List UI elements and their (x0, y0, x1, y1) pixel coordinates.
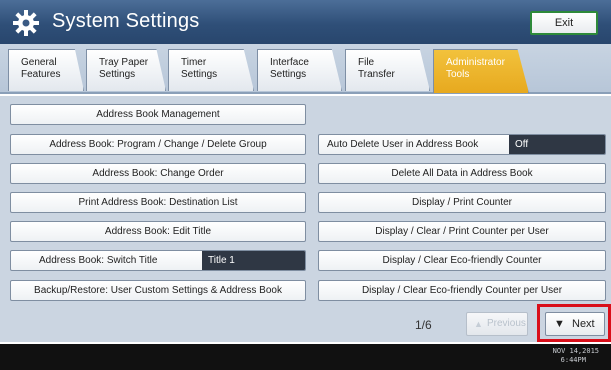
eco-friendly-counter-per-user-button[interactable]: Display / Clear Eco-friendly Counter per… (318, 280, 606, 301)
button-label: Print Address Book: Destination List (78, 197, 238, 208)
exit-button[interactable]: Exit (530, 11, 598, 35)
page-indicator: 1/6 (415, 318, 432, 332)
previous-button[interactable]: ▲ Previous (466, 312, 528, 336)
tab-interface-settings[interactable]: Interface Settings (257, 49, 342, 91)
title-bar: System Settings Exit (0, 0, 611, 44)
triangle-up-icon: ▲ (474, 319, 483, 329)
delete-all-address-data-button[interactable]: Delete All Data in Address Book (318, 163, 606, 184)
button-label: Address Book: Program / Change / Delete … (49, 139, 267, 150)
button-label: Address Book: Switch Title (39, 255, 158, 266)
date-text: NOV 14,2015 (552, 347, 599, 355)
next-label: Next (572, 318, 595, 330)
button-label: Address Book Management (96, 109, 220, 120)
button-label: Display / Clear Eco-friendly Counter (382, 255, 542, 266)
tab-general-features[interactable]: General Features (8, 49, 84, 91)
address-book-edit-title-button[interactable]: Address Book: Edit Title (10, 221, 306, 242)
print-destination-list-button[interactable]: Print Address Book: Destination List (10, 192, 306, 213)
button-label: Address Book: Edit Title (104, 226, 212, 237)
previous-label: Previous (487, 318, 526, 329)
display-print-counter-button[interactable]: Display / Print Counter (318, 192, 606, 213)
eco-friendly-counter-button[interactable]: Display / Clear Eco-friendly Counter (318, 250, 606, 271)
button-label: Delete All Data in Address Book (391, 168, 533, 179)
address-book-switch-title-button[interactable]: Address Book: Switch Title Title 1 (10, 250, 306, 271)
button-label: Display / Clear Eco-friendly Counter per… (361, 285, 563, 296)
backup-restore-button[interactable]: Backup/Restore: User Custom Settings & A… (10, 280, 306, 301)
settings-panel (0, 96, 611, 342)
date-time: NOV 14,2015 6:44PM (553, 347, 599, 365)
tab-file-transfer[interactable]: File Transfer (345, 49, 430, 91)
button-label: Address Book: Change Order (92, 168, 224, 179)
button-label: Backup/Restore: User Custom Settings & A… (34, 285, 282, 296)
time-text: 6:44PM (560, 356, 586, 364)
address-book-management-button[interactable]: Address Book Management (10, 104, 306, 125)
counter-per-user-button[interactable]: Display / Clear / Print Counter per User (318, 221, 606, 242)
switch-title-value: Title 1 (202, 251, 305, 270)
auto-delete-user-button[interactable]: Auto Delete User in Address Book Off (318, 134, 606, 155)
next-button[interactable]: ▼ Next (545, 312, 605, 336)
status-bar: NOV 14,2015 6:44PM (0, 344, 611, 370)
tab-bar: General Features Tray Paper Settings Tim… (0, 44, 611, 94)
address-book-change-order-button[interactable]: Address Book: Change Order (10, 163, 306, 184)
page-title: System Settings (52, 10, 200, 32)
auto-delete-value: Off (509, 135, 605, 154)
address-book-group-button[interactable]: Address Book: Program / Change / Delete … (10, 134, 306, 155)
button-label: Display / Clear / Print Counter per User (375, 226, 549, 237)
tab-tray-paper-settings[interactable]: Tray Paper Settings (86, 49, 166, 91)
gear-icon (13, 10, 39, 36)
button-label: Auto Delete User in Address Book (327, 139, 479, 150)
button-label: Display / Print Counter (411, 197, 513, 208)
tab-administrator-tools[interactable]: Administrator Tools (433, 49, 529, 93)
tab-timer-settings[interactable]: Timer Settings (168, 49, 254, 91)
triangle-down-icon: ▼ (554, 318, 565, 330)
